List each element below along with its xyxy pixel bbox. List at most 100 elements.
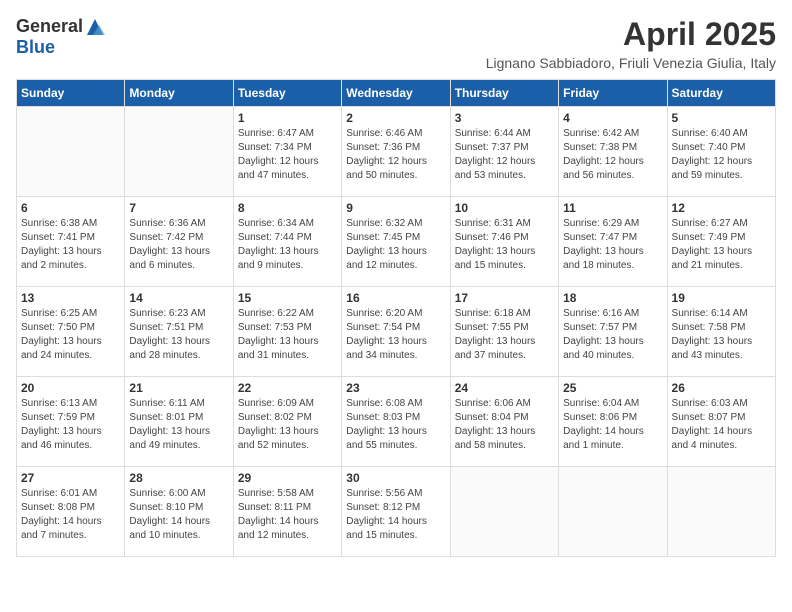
title-section: April 2025 Lignano Sabbiadoro, Friuli Ve… [486, 16, 776, 71]
day-info: Sunrise: 6:03 AMSunset: 8:07 PMDaylight:… [672, 397, 771, 453]
calendar-day-cell: 30 Sunrise: 5:56 AMSunset: 8:12 PMDayligh… [342, 467, 450, 557]
calendar-day-cell: 27Sunrise: 6:01 AMSunset: 8:08 PMDayligh… [17, 467, 125, 557]
weekday-header: Thursday [450, 80, 558, 107]
calendar-day-cell: 5 Sunrise: 6:40 AMSunset: 7:40 PMDaylight… [667, 107, 775, 197]
calendar-day-cell: 8 Sunrise: 6:34 AMSunset: 7:44 PMDaylight… [233, 197, 341, 287]
logo-blue-text: Blue [16, 37, 55, 58]
day-number: 3 [455, 111, 554, 125]
day-number: 29 [238, 471, 337, 485]
day-number: 10 [455, 201, 554, 215]
calendar-day-cell: 21Sunrise: 6:11 AMSunset: 8:01 PMDayligh… [125, 377, 233, 467]
day-number: 24 [455, 381, 554, 395]
calendar-day-cell: 11 Sunrise: 6:29 AMSunset: 7:47 PMDayligh… [559, 197, 667, 287]
day-number: 25 [563, 381, 662, 395]
calendar-day-cell: 26 Sunrise: 6:03 AMSunset: 8:07 PMDayligh… [667, 377, 775, 467]
day-number: 7 [129, 201, 228, 215]
day-info: Sunrise: 6:13 AMSunset: 7:59 PMDaylight:… [21, 397, 120, 453]
calendar-week-row: 6 Sunrise: 6:38 AMSunset: 7:41 PMDaylight… [17, 197, 776, 287]
day-number: 8 [238, 201, 337, 215]
day-number: 13 [21, 291, 120, 305]
calendar-day-cell: 4 Sunrise: 6:42 AMSunset: 7:38 PMDaylight… [559, 107, 667, 197]
day-info: Sunrise: 5:58 AMSunset: 8:11 PMDaylight:… [238, 487, 337, 543]
calendar-day-cell [559, 467, 667, 557]
calendar-day-cell: 17 Sunrise: 6:18 AMSunset: 7:55 PMDayligh… [450, 287, 558, 377]
day-info: Sunrise: 6:42 AMSunset: 7:38 PMDaylight:… [563, 127, 662, 183]
calendar-day-cell: 15Sunrise: 6:22 AMSunset: 7:53 PMDayligh… [233, 287, 341, 377]
month-title: April 2025 [486, 16, 776, 53]
weekday-header: Sunday [17, 80, 125, 107]
day-info: Sunrise: 6:09 AMSunset: 8:02 PMDaylight:… [238, 397, 337, 453]
day-number: 30 [346, 471, 445, 485]
day-number: 14 [129, 291, 228, 305]
calendar-day-cell: 29 Sunrise: 5:58 AMSunset: 8:11 PMDayligh… [233, 467, 341, 557]
calendar-day-cell: 2Sunrise: 6:46 AMSunset: 7:36 PMDaylight… [342, 107, 450, 197]
calendar-day-cell: 24 Sunrise: 6:06 AMSunset: 8:04 PMDayligh… [450, 377, 558, 467]
day-info: Sunrise: 5:56 AMSunset: 8:12 PMDaylight:… [346, 487, 445, 543]
calendar-day-cell [667, 467, 775, 557]
day-info: Sunrise: 6:38 AMSunset: 7:41 PMDaylight:… [21, 217, 120, 273]
calendar-day-cell: 18 Sunrise: 6:16 AMSunset: 7:57 PMDayligh… [559, 287, 667, 377]
location-title: Lignano Sabbiadoro, Friuli Venezia Giuli… [486, 55, 776, 71]
calendar-day-cell: 13 Sunrise: 6:25 AMSunset: 7:50 PMDayligh… [17, 287, 125, 377]
calendar-day-cell: 14Sunrise: 6:23 AMSunset: 7:51 PMDayligh… [125, 287, 233, 377]
day-info: Sunrise: 6:29 AMSunset: 7:47 PMDaylight:… [563, 217, 662, 273]
calendar-day-cell [450, 467, 558, 557]
weekday-header: Friday [559, 80, 667, 107]
calendar-day-cell [17, 107, 125, 197]
day-number: 26 [672, 381, 771, 395]
day-info: Sunrise: 6:16 AMSunset: 7:57 PMDaylight:… [563, 307, 662, 363]
day-info: Sunrise: 6:06 AMSunset: 8:04 PMDaylight:… [455, 397, 554, 453]
day-info: Sunrise: 6:08 AMSunset: 8:03 PMDaylight:… [346, 397, 445, 453]
day-info: Sunrise: 6:25 AMSunset: 7:50 PMDaylight:… [21, 307, 120, 363]
calendar-table: SundayMondayTuesdayWednesdayThursdayFrid… [16, 79, 776, 557]
day-info: Sunrise: 6:40 AMSunset: 7:40 PMDaylight:… [672, 127, 771, 183]
day-number: 17 [455, 291, 554, 305]
weekday-header: Tuesday [233, 80, 341, 107]
calendar-day-cell: 3Sunrise: 6:44 AMSunset: 7:37 PMDaylight… [450, 107, 558, 197]
day-info: Sunrise: 6:18 AMSunset: 7:55 PMDaylight:… [455, 307, 554, 363]
calendar-day-cell: 20 Sunrise: 6:13 AMSunset: 7:59 PMDayligh… [17, 377, 125, 467]
day-info: Sunrise: 6:34 AMSunset: 7:44 PMDaylight:… [238, 217, 337, 273]
calendar-header-row: SundayMondayTuesdayWednesdayThursdayFrid… [17, 80, 776, 107]
calendar-day-cell: 9Sunrise: 6:32 AMSunset: 7:45 PMDaylight… [342, 197, 450, 287]
day-number: 12 [672, 201, 771, 215]
day-number: 28 [129, 471, 228, 485]
calendar-day-cell: 1Sunrise: 6:47 AMSunset: 7:34 PMDaylight… [233, 107, 341, 197]
day-info: Sunrise: 6:01 AMSunset: 8:08 PMDaylight:… [21, 487, 120, 543]
calendar-day-cell [125, 107, 233, 197]
day-number: 5 [672, 111, 771, 125]
day-number: 6 [21, 201, 120, 215]
calendar-day-cell: 7Sunrise: 6:36 AMSunset: 7:42 PMDaylight… [125, 197, 233, 287]
day-info: Sunrise: 6:04 AMSunset: 8:06 PMDaylight:… [563, 397, 662, 453]
logo: General Blue [16, 16, 105, 58]
weekday-header: Saturday [667, 80, 775, 107]
day-info: Sunrise: 6:11 AMSunset: 8:01 PMDaylight:… [129, 397, 228, 453]
day-number: 2 [346, 111, 445, 125]
calendar-week-row: 27Sunrise: 6:01 AMSunset: 8:08 PMDayligh… [17, 467, 776, 557]
weekday-header: Monday [125, 80, 233, 107]
page-header: General Blue April 2025 Lignano Sabbiado… [16, 16, 776, 71]
day-number: 18 [563, 291, 662, 305]
calendar-day-cell: 28 Sunrise: 6:00 AMSunset: 8:10 PMDayligh… [125, 467, 233, 557]
day-info: Sunrise: 6:00 AMSunset: 8:10 PMDaylight:… [129, 487, 228, 543]
calendar-week-row: 20 Sunrise: 6:13 AMSunset: 7:59 PMDayligh… [17, 377, 776, 467]
day-info: Sunrise: 6:14 AMSunset: 7:58 PMDaylight:… [672, 307, 771, 363]
day-number: 11 [563, 201, 662, 215]
day-number: 20 [21, 381, 120, 395]
calendar-day-cell: 22 Sunrise: 6:09 AMSunset: 8:02 PMDayligh… [233, 377, 341, 467]
calendar-day-cell: 6 Sunrise: 6:38 AMSunset: 7:41 PMDaylight… [17, 197, 125, 287]
calendar-day-cell: 10 Sunrise: 6:31 AMSunset: 7:46 PMDayligh… [450, 197, 558, 287]
day-number: 4 [563, 111, 662, 125]
day-number: 15 [238, 291, 337, 305]
day-number: 16 [346, 291, 445, 305]
weekday-header: Wednesday [342, 80, 450, 107]
day-info: Sunrise: 6:27 AMSunset: 7:49 PMDaylight:… [672, 217, 771, 273]
calendar-day-cell: 16Sunrise: 6:20 AMSunset: 7:54 PMDayligh… [342, 287, 450, 377]
day-number: 23 [346, 381, 445, 395]
logo-icon [85, 17, 105, 37]
day-info: Sunrise: 6:31 AMSunset: 7:46 PMDaylight:… [455, 217, 554, 273]
day-number: 22 [238, 381, 337, 395]
calendar-day-cell: 12 Sunrise: 6:27 AMSunset: 7:49 PMDayligh… [667, 197, 775, 287]
calendar-day-cell: 25 Sunrise: 6:04 AMSunset: 8:06 PMDayligh… [559, 377, 667, 467]
calendar-week-row: 1Sunrise: 6:47 AMSunset: 7:34 PMDaylight… [17, 107, 776, 197]
